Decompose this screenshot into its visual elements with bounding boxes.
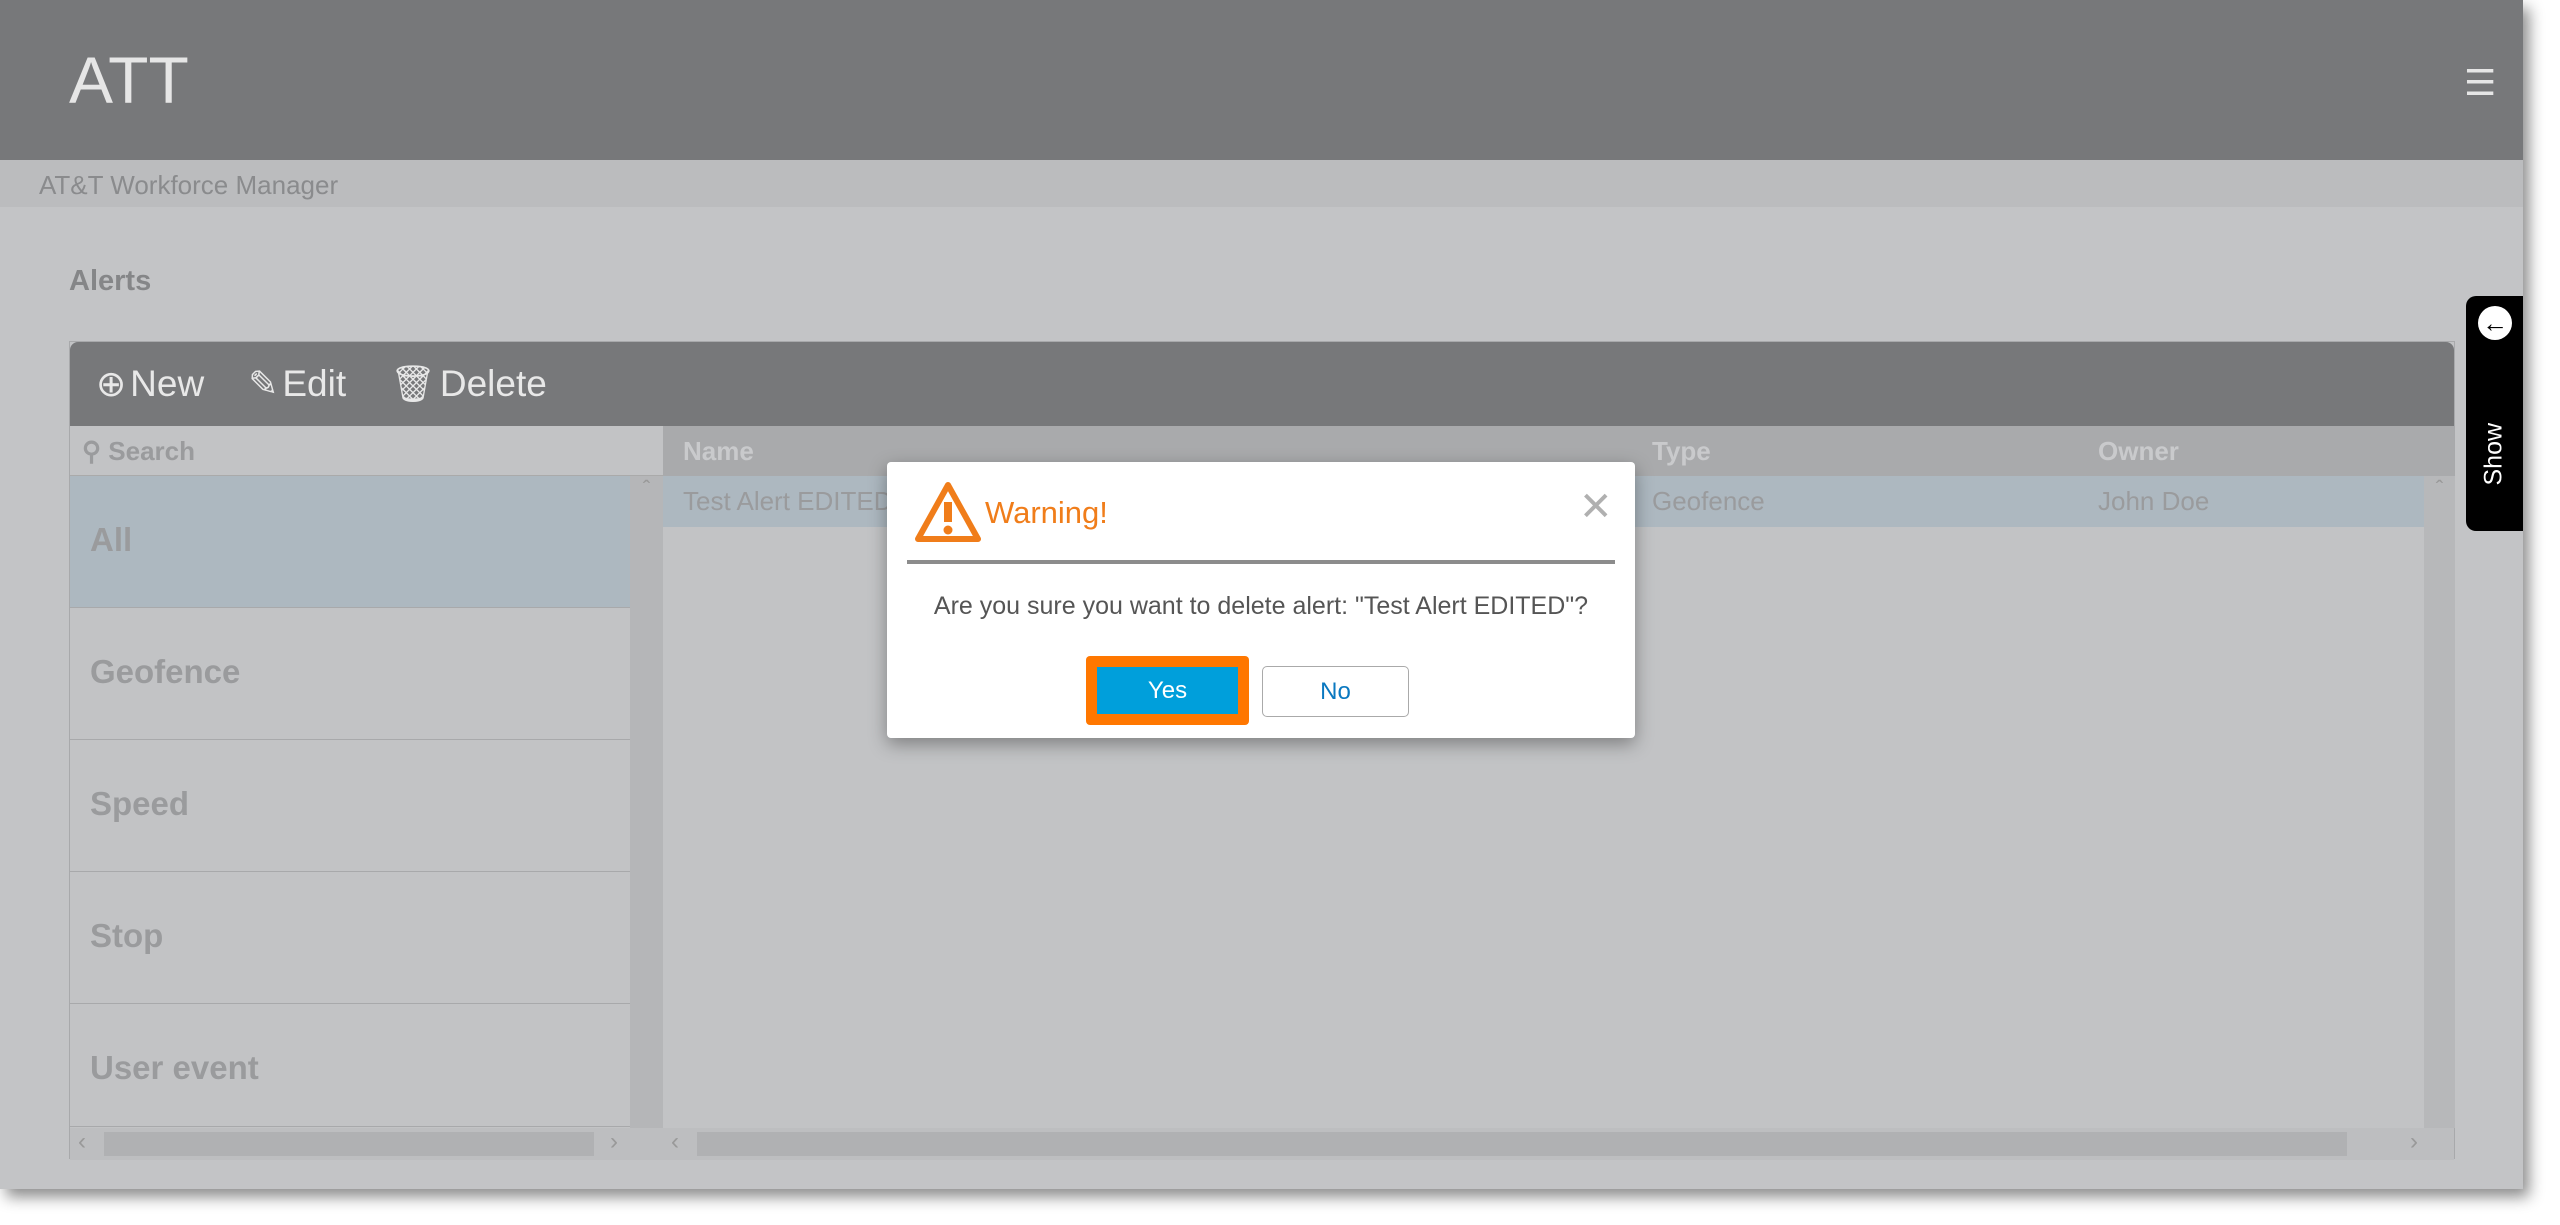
toolbar: ⊕ New ✎ Edit 🗑 Delete [70, 342, 2454, 426]
category-scrollbar[interactable]: ˆ [630, 476, 663, 1128]
search-placeholder: Search [108, 436, 196, 466]
column-type[interactable]: Type [1652, 436, 1711, 467]
edit-icon: ✎ [248, 363, 279, 404]
show-label: Show [2479, 422, 2508, 486]
warning-icon [915, 482, 981, 542]
edit-label: Edit [282, 363, 347, 404]
dialog-message: Are you sure you want to delete alert: "… [933, 592, 1589, 620]
search-icon: ⚲ [82, 436, 102, 466]
warning-dialog: Warning! ✕ Are you sure you want to dele… [887, 462, 1635, 738]
grid-hscrollbar[interactable]: ‹ › [663, 1128, 2454, 1160]
app-header: ATT ☰ [0, 0, 2523, 160]
column-owner[interactable]: Owner [2098, 436, 2179, 467]
new-label: New [130, 363, 205, 404]
trash-icon: 🗑 [390, 363, 436, 404]
cell-name: Test Alert EDITED [683, 486, 893, 516]
column-name[interactable]: Name [683, 436, 754, 467]
show-side-tab[interactable]: ← Show [2466, 296, 2523, 531]
dialog-title: Warning! [985, 495, 1108, 530]
category-geofence[interactable]: Geofence [70, 608, 630, 740]
cell-type: Geofence [1652, 486, 1765, 516]
app-title: ATT [69, 43, 189, 117]
divider [907, 560, 1615, 564]
category-list: All Geofence Speed Stop User event [70, 476, 630, 1127]
category-speed[interactable]: Speed [70, 740, 630, 872]
close-icon[interactable]: ✕ [1579, 484, 1613, 530]
subheader: AT&T Workforce Manager [0, 160, 2523, 207]
delete-button[interactable]: 🗑 Delete [390, 363, 547, 405]
category-stop[interactable]: Stop [70, 872, 630, 1004]
search-input[interactable]: ⚲ Search [70, 426, 663, 476]
yes-highlight: Yes [1086, 656, 1249, 725]
hamburger-icon[interactable]: ☰ [2464, 62, 2496, 104]
no-button[interactable]: No [1262, 666, 1409, 717]
grid-scrollbar[interactable]: ˆ [2424, 476, 2455, 1128]
delete-label: Delete [439, 363, 547, 404]
category-hscrollbar[interactable]: ‹ › [70, 1128, 663, 1160]
category-user-event[interactable]: User event [70, 1004, 630, 1127]
plus-circle-icon: ⊕ [96, 363, 127, 404]
category-all[interactable]: All [70, 476, 630, 608]
edit-button[interactable]: ✎ Edit [248, 363, 346, 405]
arrow-left-icon: ← [2478, 306, 2512, 340]
yes-button[interactable]: Yes [1097, 667, 1238, 714]
page-title: Alerts [69, 265, 152, 297]
new-button[interactable]: ⊕ New [96, 363, 204, 405]
cell-owner: John Doe [2098, 486, 2210, 516]
